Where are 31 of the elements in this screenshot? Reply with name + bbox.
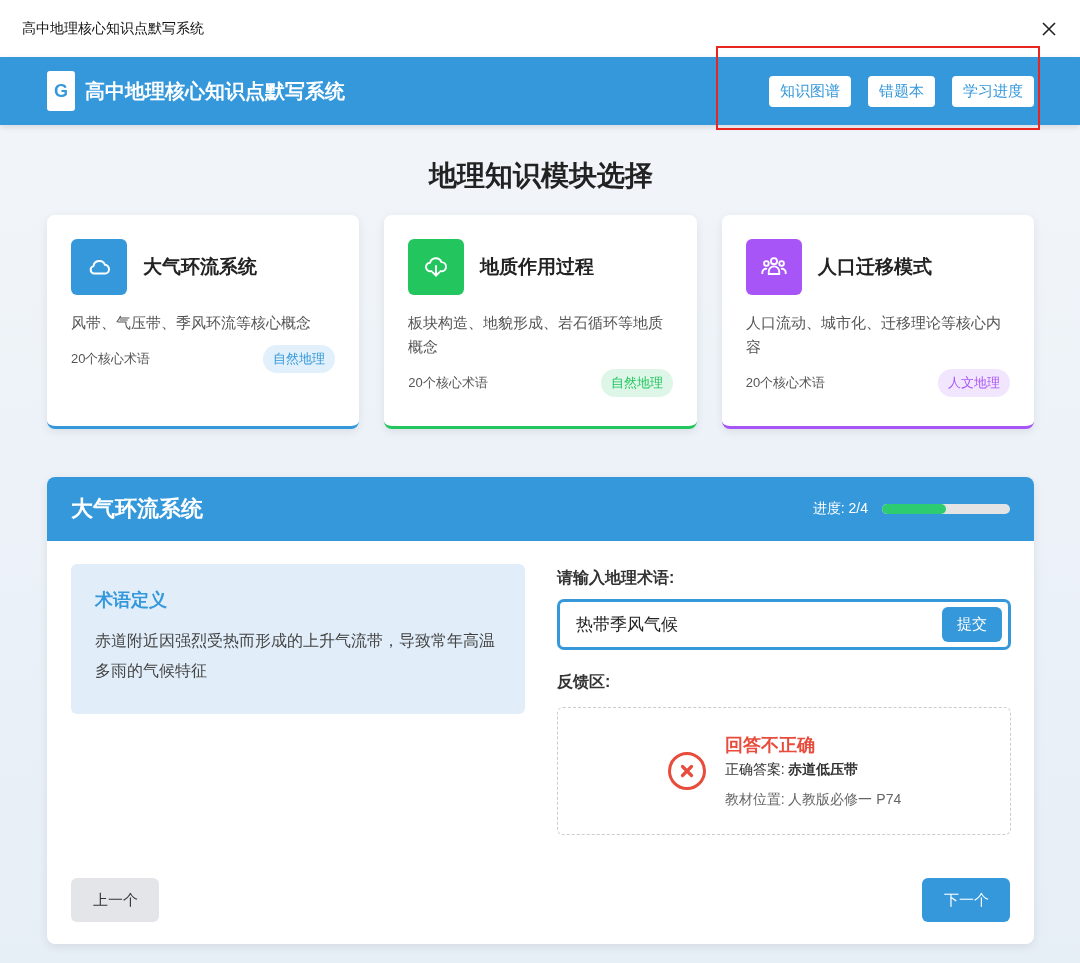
term-count: 20个核心术语 — [71, 350, 151, 368]
module-card[interactable]: 人口迁移模式 人口流动、城市化、迁移理论等核心内容 20个核心术语 人文地理 — [721, 215, 1034, 429]
term-input[interactable]: 热带季风气候 提交 — [557, 599, 1011, 650]
module-card[interactable]: 大气环流系统 风带、气压带、季风环流等核心概念 20个核心术语 自然地理 — [47, 215, 360, 429]
input-label: 请输入地理术语: — [557, 568, 676, 588]
definition-text: 赤道附近因强烈受热而形成的上升气流带，导致常年高温多雨的气候特征 — [95, 631, 496, 681]
app-title: 高中地理核心知识点默写系统 — [85, 78, 345, 104]
feedback-title: 回答不正确 — [724, 734, 816, 757]
app-logo: G — [47, 71, 75, 111]
category-tag: 人文地理 — [938, 369, 1010, 397]
window-title: 高中地理核心知识点默写系统 — [22, 19, 204, 38]
textbook-reference: 教材位置: 人教版必修一 P74 — [724, 791, 902, 809]
feedback-label: 反馈区: — [557, 672, 612, 692]
term-count: 20个核心术语 — [745, 374, 826, 392]
category-tag: 自然地理 — [600, 369, 673, 397]
term-count: 20个核心术语 — [408, 374, 488, 392]
quiz-title: 大气环流系统 — [71, 495, 203, 523]
module-card[interactable]: 地质作用过程 板块构造、地貌形成、岩石循环等地质概念 20个核心术语 自然地理 — [384, 215, 697, 429]
progress-label: 进度: 2/4 — [812, 500, 868, 518]
module-description: 板块构造、地貌形成、岩石循环等地质概念 — [408, 314, 665, 357]
module-description: 风带、气压带、季风环流等核心概念 — [71, 314, 312, 333]
close-icon[interactable] — [1042, 21, 1056, 36]
page-heading: 地理知识模块选择 — [427, 159, 654, 193]
definition-title: 术语定义 — [95, 589, 168, 612]
module-title: 人口迁移模式 — [817, 255, 932, 279]
module-description: 人口流动、城市化、迁移理论等核心内容 — [745, 314, 1002, 357]
previous-button[interactable]: 上一个 — [71, 878, 159, 922]
correct-answer: 正确答案: 赤道低压带 — [724, 761, 860, 779]
category-tag: 自然地理 — [263, 345, 336, 373]
module-title: 大气环流系统 — [143, 255, 257, 279]
module-title: 地质作用过程 — [480, 255, 595, 279]
